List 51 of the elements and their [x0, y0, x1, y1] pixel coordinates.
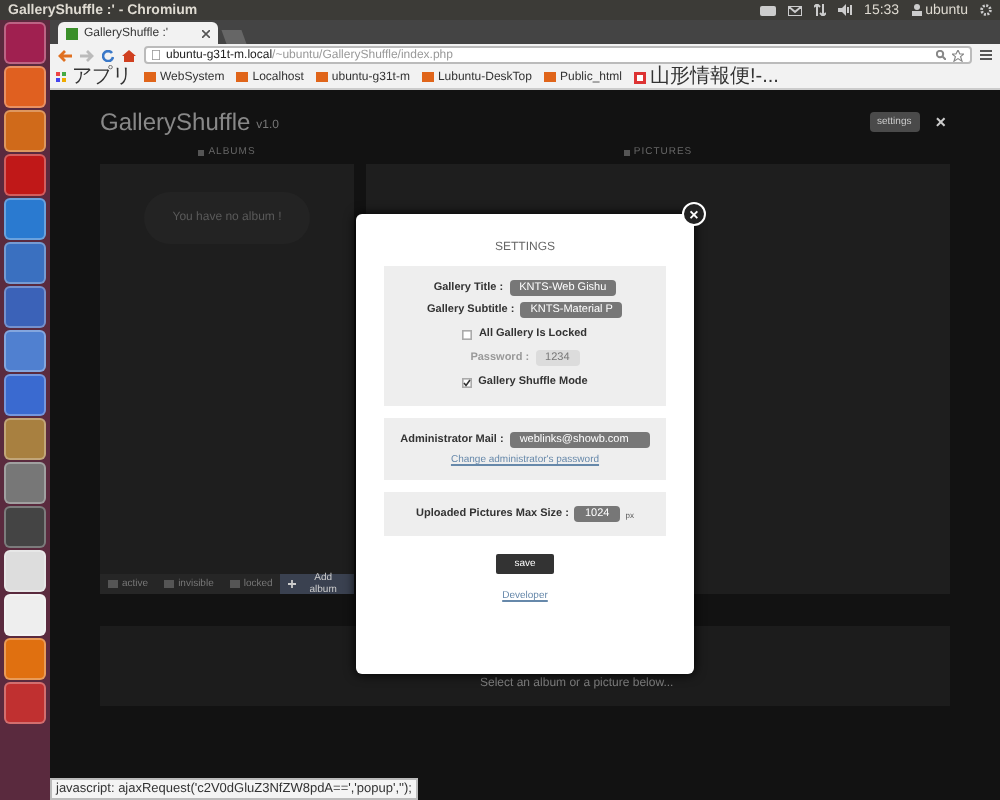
square-icon — [198, 149, 205, 155]
app-icon[interactable] — [4, 682, 46, 724]
app-icon[interactable] — [4, 374, 46, 416]
apps-icon — [56, 71, 68, 83]
folder-icon — [144, 72, 156, 82]
new-tab-button[interactable] — [221, 30, 247, 44]
checkbox[interactable] — [462, 329, 473, 339]
app-icon[interactable] — [4, 242, 46, 284]
mail-icon[interactable] — [788, 5, 803, 15]
app-icon[interactable] — [4, 22, 46, 64]
folder-icon — [236, 72, 249, 82]
app-icon[interactable] — [4, 506, 46, 548]
app-icon[interactable] — [4, 638, 46, 680]
user-icon[interactable] — [911, 4, 922, 16]
favicon-icon — [66, 27, 78, 39]
page-title: GalleryShuffle — [100, 108, 251, 136]
back-icon[interactable] — [58, 49, 72, 61]
folder-icon — [421, 72, 434, 82]
folder-icon — [543, 72, 556, 82]
app-icon[interactable] — [4, 462, 46, 504]
checkbox[interactable] — [462, 377, 473, 387]
network-icon[interactable] — [814, 4, 827, 16]
star-icon[interactable] — [952, 49, 964, 61]
forward-icon[interactable] — [80, 49, 94, 61]
folder-icon — [229, 580, 240, 588]
app-icon[interactable] — [4, 154, 46, 196]
folder-icon — [164, 580, 175, 588]
bookmark-item[interactable]: 山形情報便!-... — [634, 67, 779, 87]
app-icon[interactable] — [4, 594, 46, 636]
menu-icon[interactable] — [980, 50, 992, 60]
app-icon[interactable] — [4, 66, 46, 108]
app-icon[interactable] — [4, 418, 46, 460]
folder-icon — [108, 580, 118, 588]
app-icon[interactable] — [4, 198, 46, 240]
zoom-icon[interactable] — [936, 50, 946, 60]
app-icon[interactable] — [4, 330, 46, 372]
square-icon — [623, 149, 630, 155]
page-icon — [152, 50, 160, 60]
close-button[interactable]: × — [931, 112, 950, 132]
home-icon[interactable] — [122, 49, 136, 61]
close-icon[interactable] — [202, 29, 210, 37]
bookmark-item[interactable]: アプリ — [56, 67, 132, 87]
app-icon[interactable] — [4, 110, 46, 152]
plus-icon — [288, 580, 297, 588]
page-icon — [634, 71, 646, 83]
folder-icon — [315, 72, 328, 82]
volume-icon[interactable] — [838, 4, 853, 16]
app-icon[interactable] — [4, 550, 46, 592]
gear-icon[interactable] — [980, 4, 992, 16]
reload-icon[interactable] — [102, 49, 114, 61]
app-icon[interactable] — [4, 286, 46, 328]
